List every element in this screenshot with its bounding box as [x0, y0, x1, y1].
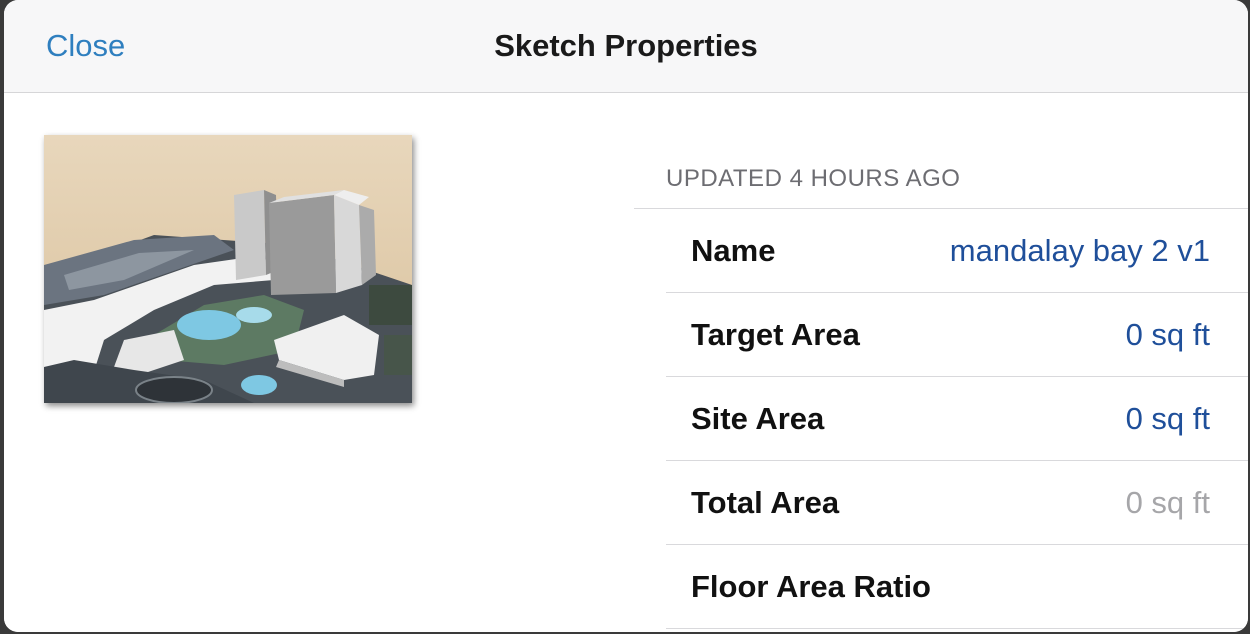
section-header: UPDATED 4 HOURS AGO — [666, 165, 961, 192]
property-value[interactable]: 0 sq ft — [1126, 401, 1210, 437]
sketch-thumbnail[interactable] — [44, 135, 412, 403]
property-value[interactable]: mandalay bay 2 v1 — [950, 233, 1210, 269]
page-title: Sketch Properties — [494, 28, 758, 63]
thumbnail-pane — [4, 93, 634, 632]
property-label: Site Area — [691, 401, 825, 436]
property-label: Total Area — [691, 485, 840, 520]
property-value[interactable]: 0 sq ft — [1126, 317, 1210, 353]
properties-list: Name mandalay bay 2 v1 Target Area 0 sq … — [634, 209, 1248, 629]
property-row-name[interactable]: Name mandalay bay 2 v1 — [666, 209, 1248, 293]
property-row-target-area[interactable]: Target Area 0 sq ft — [666, 293, 1248, 377]
sketch-properties-modal: Close Sketch Properties UPDATED 4 HOURS … — [4, 0, 1248, 632]
navbar: Close Sketch Properties — [4, 0, 1248, 93]
property-label: Floor Area Ratio — [691, 569, 931, 604]
property-label: Name — [691, 233, 776, 268]
property-value: 0 sq ft — [1125, 485, 1210, 520]
property-row-floor-area-ratio: Floor Area Ratio — [666, 545, 1248, 629]
property-label: Target Area — [691, 317, 860, 352]
properties-pane: UPDATED 4 HOURS AGO Name mandalay bay 2 … — [634, 93, 1248, 632]
property-row-total-area: Total Area 0 sq ft — [666, 461, 1248, 545]
property-row-site-area[interactable]: Site Area 0 sq ft — [666, 377, 1248, 461]
sketch-3d-model-preview — [44, 135, 412, 403]
